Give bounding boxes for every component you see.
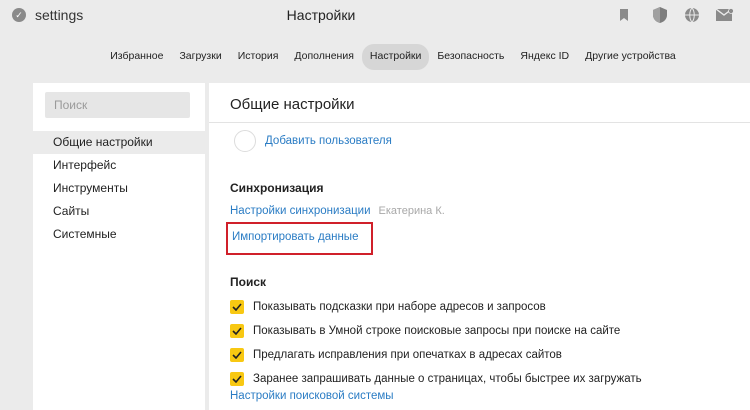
checkbox-label: Показывать в Умной строке поисковые запр… <box>253 325 621 337</box>
checkmark-icon <box>232 303 242 311</box>
tab-0[interactable]: Избранное <box>102 44 171 70</box>
bookmark-icon[interactable] <box>615 6 633 24</box>
sidebar-item-2[interactable]: Инструменты <box>33 177 205 200</box>
tab-4[interactable]: Настройки <box>361 44 430 70</box>
settings-content: Общие настройки Добавить пользователя Си… <box>209 83 750 410</box>
sync-user-name: Екатерина К. <box>378 205 445 217</box>
settings-tabs: Избранное Загрузки История Дополнения Настро… <box>0 44 750 70</box>
search-input[interactable]: Поиск <box>45 92 190 118</box>
sidebar-item-0[interactable]: Общие настройки <box>33 131 205 154</box>
sidebar-nav: Общие настройки Интерфейс Инструменты Сайты… <box>33 131 205 246</box>
checkbox-label: Заранее запрашивать данные о страницах, … <box>253 373 642 385</box>
search-heading: Поиск <box>230 275 267 289</box>
checkbox[interactable] <box>230 324 244 338</box>
shield-icon[interactable] <box>651 6 669 24</box>
content-header: Общие настройки <box>209 83 750 123</box>
title-bar: ✓ settings Настройки <box>0 0 750 30</box>
checkmark-icon <box>232 351 242 359</box>
search-option-row: Предлагать исправления при опечатках в а… <box>230 343 642 367</box>
checkbox-label: Показывать подсказки при наборе адресов … <box>253 301 546 313</box>
window-title: Настройки <box>286 7 356 23</box>
search-option-row: Показывать подсказки при наборе адресов … <box>230 295 642 319</box>
checkbox-label: Предлагать исправления при опечатках в а… <box>253 349 562 361</box>
search-engine-settings-link[interactable]: Настройки поисковой системы <box>230 390 394 402</box>
add-user-row[interactable]: Добавить пользователя <box>234 130 392 152</box>
checkbox[interactable] <box>230 372 244 386</box>
page-title: Общие настройки <box>230 96 355 113</box>
tab-3[interactable]: Дополнения <box>286 44 361 70</box>
sync-heading: Синхронизация <box>230 181 324 195</box>
sidebar-item-3[interactable]: Сайты <box>33 200 205 223</box>
tab-5[interactable]: Безопасность <box>429 44 512 70</box>
sidebar: Поиск Общие настройки Интерфейс Инструмент… <box>33 83 205 410</box>
tab-7[interactable]: Другие устройства <box>577 44 684 70</box>
checkmark-icon <box>232 375 242 383</box>
add-user-icon[interactable] <box>234 130 256 152</box>
sidebar-item-1[interactable]: Интерфейс <box>33 154 205 177</box>
mail-icon[interactable] <box>716 6 734 24</box>
tab-1[interactable]: Загрузки <box>171 44 229 70</box>
import-highlight-frame: Импортировать данные <box>226 222 373 255</box>
sync-row: Настройки синхронизации Екатерина К. <box>230 205 445 217</box>
search-option-row: Заранее запрашивать данные о страницах, … <box>230 367 642 391</box>
import-data-link[interactable]: Импортировать данные <box>232 231 358 243</box>
tab-2[interactable]: История <box>230 44 287 70</box>
checkbox[interactable] <box>230 348 244 362</box>
tab-6[interactable]: Яндекс ID <box>512 44 577 70</box>
sync-settings-link[interactable]: Настройки синхронизации <box>230 205 371 217</box>
search-options: Показывать подсказки при наборе адресов … <box>230 295 642 391</box>
sidebar-item-4[interactable]: Системные <box>33 223 205 246</box>
add-user-link[interactable]: Добавить пользователя <box>265 135 392 147</box>
checkmark-icon <box>232 327 242 335</box>
search-option-row: Показывать в Умной строке поисковые запр… <box>230 319 642 343</box>
checkbox[interactable] <box>230 300 244 314</box>
globe-icon[interactable] <box>683 6 701 24</box>
